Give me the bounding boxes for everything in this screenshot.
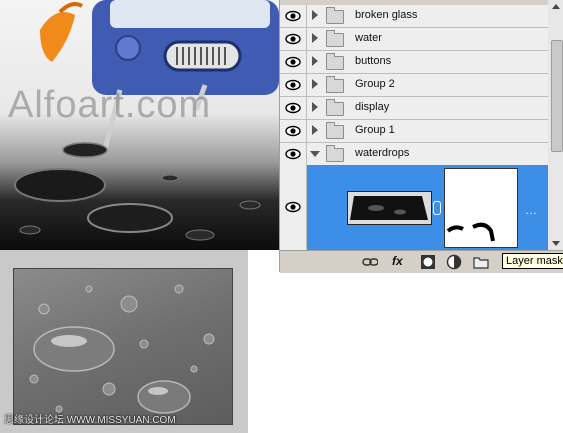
preview-image (13, 268, 233, 425)
layer-row-broken-glass[interactable]: broken glass (280, 5, 548, 28)
layer-thumbnail-image (348, 192, 431, 224)
add-mask-icon[interactable] (420, 254, 436, 270)
layer-name: Group 1 (355, 124, 395, 136)
folder-icon (326, 76, 344, 93)
layers-scrollbar[interactable] (548, 0, 563, 250)
preview-frame (0, 250, 248, 433)
link-layers-icon[interactable] (362, 254, 378, 270)
water-drop (239, 200, 261, 210)
layer-name: water (355, 32, 382, 44)
artwork-canvas: Alfoart.com (0, 0, 279, 250)
layer-name: display (355, 101, 390, 113)
link-icon[interactable] (433, 201, 441, 215)
device-knob (115, 35, 141, 61)
expand-triangle-icon[interactable] (312, 125, 318, 135)
layer-name: Group 2 (355, 78, 395, 90)
expand-triangle-icon[interactable] (312, 102, 318, 112)
collapse-triangle-icon[interactable] (310, 151, 320, 157)
layer-row-group-1[interactable]: Group 1 (280, 120, 548, 143)
folder-icon (326, 30, 344, 47)
folder-icon (326, 145, 344, 162)
goldfish-fin (58, 2, 84, 14)
visibility-toggle[interactable] (280, 28, 307, 50)
layer-row-waterdrops[interactable]: waterdrops (280, 143, 548, 166)
eye-icon (285, 33, 301, 45)
eye-icon (285, 79, 301, 91)
goldfish-shape (40, 12, 75, 62)
layer-row-water[interactable]: water (280, 28, 548, 51)
layer-row-group-2[interactable]: Group 2 (280, 74, 548, 97)
folder-icon (326, 122, 344, 139)
water-drop (62, 142, 108, 158)
visibility-toggle[interactable] (280, 165, 307, 250)
artwork-watermark: Alfoart.com (8, 84, 212, 126)
water-drop (14, 168, 106, 202)
layer-row-buttons[interactable]: buttons (280, 51, 548, 74)
eye-icon (285, 10, 301, 22)
new-group-folder-icon[interactable] (473, 254, 489, 270)
expand-triangle-icon[interactable] (312, 33, 318, 43)
eye-icon (285, 56, 301, 68)
eye-icon (285, 102, 301, 114)
water-drop (87, 203, 173, 233)
water-drop (185, 229, 215, 241)
layer-thumbnail[interactable] (347, 191, 432, 225)
folder-icon (326, 53, 344, 70)
expand-triangle-icon[interactable] (312, 10, 318, 20)
layer-mask-image (446, 222, 495, 242)
adjustment-layer-icon[interactable] (446, 254, 462, 270)
water-drop (19, 225, 41, 235)
folder-icon (326, 7, 344, 24)
selected-layer-row[interactable]: … (280, 165, 548, 250)
expand-triangle-icon[interactable] (312, 56, 318, 66)
layer-mask-tooltip: Layer mask (502, 253, 563, 269)
device-screen (110, 0, 270, 28)
layers-panel: broken glass water buttons Group 2 displ… (279, 0, 563, 273)
layer-name: waterdrops (355, 147, 410, 159)
folder-icon (326, 99, 344, 116)
eye-icon (285, 201, 301, 213)
mask-options-dots: … (525, 203, 537, 217)
scroll-up-arrow-icon[interactable] (552, 4, 560, 9)
visibility-toggle[interactable] (280, 97, 307, 119)
expand-triangle-icon[interactable] (312, 79, 318, 89)
visibility-toggle[interactable] (280, 74, 307, 96)
site-watermark: 思缘设计论坛 WWW.MISSYUAN.COM (4, 415, 176, 426)
eye-icon (285, 148, 301, 160)
visibility-toggle[interactable] (280, 51, 307, 73)
layer-name: buttons (355, 55, 392, 67)
visibility-toggle[interactable] (280, 5, 307, 27)
scrollbar-thumb[interactable] (551, 40, 563, 152)
fx-icon[interactable]: fx (392, 254, 412, 270)
layer-row-display[interactable]: display (280, 97, 548, 120)
visibility-toggle[interactable] (280, 143, 307, 165)
scroll-down-arrow-icon[interactable] (552, 241, 560, 246)
visibility-toggle[interactable] (280, 120, 307, 142)
layer-name: broken glass (355, 9, 418, 21)
eye-icon (285, 125, 301, 137)
water-drop (161, 174, 179, 182)
waterdrops-preview-illustration (29, 284, 215, 414)
layer-mask-thumbnail[interactable] (444, 168, 518, 248)
